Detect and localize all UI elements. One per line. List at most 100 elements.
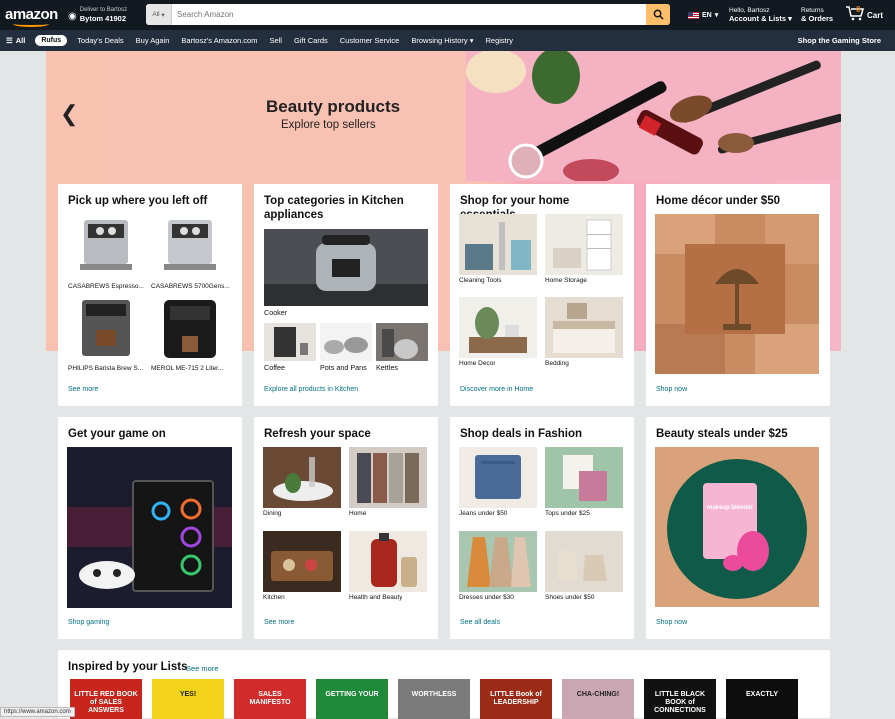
category-label[interactable]: Home Decor [459,360,495,367]
book-title: LITTLE BLACK BOOK of CONNECTIONS [654,691,706,714]
nav-customer-service[interactable]: Customer Service [334,36,406,45]
cart-count: 0 [856,5,861,14]
explore-kitchen-link[interactable]: Explore all products in Kitchen [264,386,358,393]
nav-my-amazon[interactable]: Bartosz's Amazon.com [175,36,263,45]
dresses-image[interactable] [459,531,537,592]
jeans-image[interactable] [459,447,537,508]
category-label-coffee[interactable]: Coffee [264,363,285,372]
returns-label: Returns [801,7,824,14]
book-title: LITTLE RED BOOK of SALES ANSWERS [74,691,138,714]
returns-orders[interactable]: Returns & Orders [801,7,833,23]
category-label[interactable]: Dresses under $30 [459,594,514,601]
product-image[interactable] [154,296,226,362]
book-cover[interactable]: SALES MANIFESTO [234,679,306,719]
nav-sell[interactable]: Sell [263,36,288,45]
home-towels-image[interactable] [349,447,427,508]
all-menu-button[interactable]: ☰ All [0,36,31,45]
nav-gaming-store[interactable]: Shop the Gaming Store [798,36,881,45]
book-cover[interactable]: LITTLE Book of LEADERSHIP [480,679,552,719]
book-cover[interactable]: LITTLE BLACK BOOK of CONNECTIONS [644,679,716,719]
nav-registry[interactable]: Registry [479,36,519,45]
cart-button[interactable]: 0 Cart [845,5,883,21]
book-cover[interactable]: LITTLE RED BOOK of SALES ANSWERS [70,679,142,719]
product-title[interactable]: CASABREWS Espresso... [68,283,150,290]
see-more-link[interactable]: See more [186,664,219,673]
nav-buy-again[interactable]: Buy Again [130,36,176,45]
kitchen-image[interactable] [263,531,341,592]
rufus-button[interactable]: Rufus [35,35,68,46]
category-label[interactable]: Tops under $25 [545,510,590,517]
deliver-label: Deliver to Bartosz [79,7,128,13]
tops-image[interactable] [545,447,623,508]
bedding-image[interactable] [545,297,623,358]
shop-now-link[interactable]: Shop now [656,619,687,626]
nav-gift-cards[interactable]: Gift Cards [288,36,334,45]
category-label-kettles[interactable]: Kettles [376,363,398,372]
shop-gaming-link[interactable]: Shop gaming [68,619,109,626]
inspired-by-lists: Inspired by your Lists See more LITTLE R… [58,650,830,719]
gaming-pc-image[interactable] [67,447,232,608]
product-title[interactable]: MEROL ME-715 2 Liter... [151,365,233,372]
home-decor-image[interactable] [459,297,537,358]
section-title: Inspired by your Lists [68,661,188,673]
search-button[interactable] [646,4,670,25]
category-label[interactable]: Home Storage [545,277,587,284]
account-lists[interactable]: Hello, Bartosz Account & Lists ▾ [729,7,792,23]
category-label[interactable]: Bedding [545,360,569,367]
shop-now-link[interactable]: Shop now [656,386,687,393]
coffee-image[interactable] [264,323,316,361]
home-decor-image[interactable] [655,214,819,374]
search-category-select[interactable]: All ▾ [146,4,172,25]
category-label[interactable]: Home [349,510,366,517]
us-flag-icon [688,11,699,19]
shoes-image[interactable] [545,531,623,592]
product-image[interactable] [154,214,226,280]
book-cover[interactable]: EXACTLY [726,679,798,719]
card-title: Beauty steals under $25 [656,428,788,440]
beauty-steals-image[interactable]: makeup blender [655,447,819,607]
product-title[interactable]: CASABREWS 5700Gens... [151,283,233,290]
browsing-history-label: Browsing History [411,36,468,45]
dining-image[interactable] [263,447,341,508]
pots-image[interactable] [320,323,372,361]
language-selector[interactable]: EN ▾ [688,11,718,19]
product-title[interactable]: PHILIPS Barista Brew S... [68,365,150,372]
category-label-cooker[interactable]: Cooker [264,308,287,317]
category-label[interactable]: Jeans under $50 [459,510,507,517]
category-label[interactable]: Health and Beauty [349,594,402,601]
book-cover[interactable]: WORTHLESS [398,679,470,719]
book-title: WORTHLESS [411,691,457,698]
see-all-deals-link[interactable]: See all deals [460,619,500,626]
category-label-pots[interactable]: Pots and Pans [320,363,367,372]
product-image[interactable] [70,296,142,362]
nav-browsing-history[interactable]: Browsing History ▾ [405,36,479,45]
see-more-link[interactable]: See more [68,386,98,393]
category-label[interactable]: Shoes under $50 [545,594,595,601]
card-pick-up: Pick up where you left off CASABREWS Esp… [58,184,242,406]
category-label[interactable]: Dining [263,510,281,517]
card-home-decor: Home décor under $50 Shop now [646,184,830,406]
book-title: SALES MANIFESTO [249,691,291,706]
category-label[interactable]: Kitchen [263,594,285,601]
amazon-logo[interactable]: amazon [5,6,58,27]
see-more-link[interactable]: See more [264,619,294,626]
kettles-image[interactable] [376,323,428,361]
deliver-to[interactable]: ◉ Deliver to Bartosz Bytom 41902 [68,7,127,23]
category-label[interactable]: Cleaning Tools [459,277,502,284]
search-input[interactable] [172,4,646,25]
book-cover[interactable]: YES! [152,679,224,719]
discover-home-link[interactable]: Discover more in Home [460,386,533,393]
health-beauty-image[interactable] [349,531,427,592]
cleaning-tools-image[interactable] [459,214,537,275]
nav-todays-deals[interactable]: Today's Deals [71,36,129,45]
home-storage-image[interactable] [545,214,623,275]
book-title: EXACTLY [745,691,779,698]
book-title: GETTING YOUR [325,691,379,698]
book-cover[interactable]: GETTING YOUR [316,679,388,719]
hero-prev-arrow-icon[interactable]: ❮ [60,101,78,127]
book-cover[interactable]: CHA-CHING! [562,679,634,719]
chevron-down-icon: ▾ [469,36,474,45]
product-image[interactable] [70,214,142,280]
account-lists-label: Account & Lists [729,14,787,23]
cooker-image[interactable] [264,229,428,306]
